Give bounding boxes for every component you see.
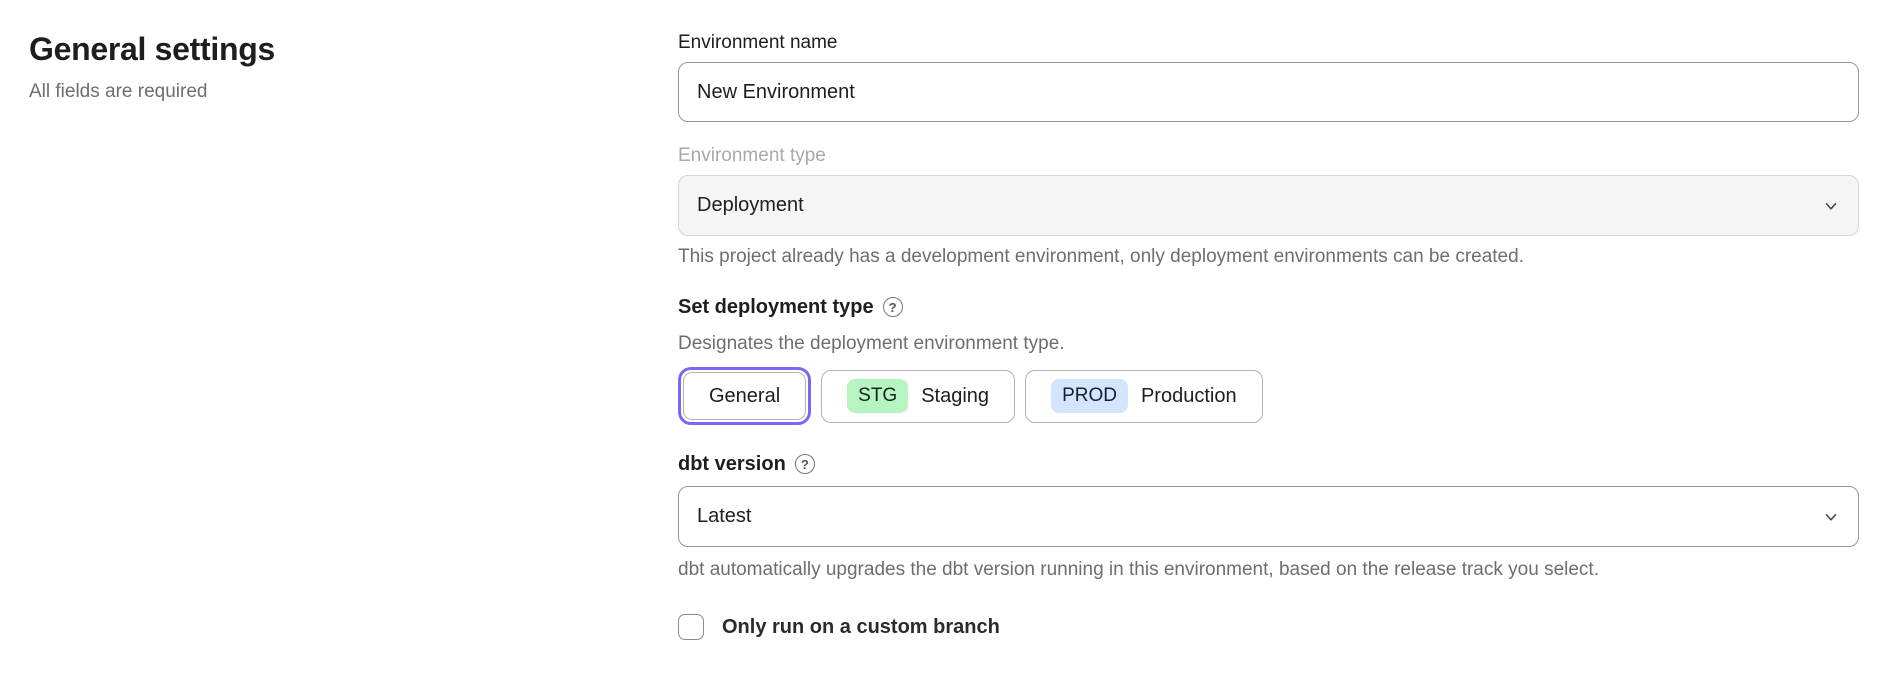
dbt-version-helper: dbt automatically upgrades the dbt versi… xyxy=(678,558,1859,582)
environment-settings-form: Environment name Environment type Deploy… xyxy=(678,0,1859,640)
page-title: General settings xyxy=(29,30,589,68)
environment-type-label: Environment type xyxy=(678,144,1859,168)
deployment-type-heading-text: Set deployment type xyxy=(678,295,874,319)
deployment-type-staging-button[interactable]: STG Staging xyxy=(821,370,1015,423)
custom-branch-row: Only run on a custom branch xyxy=(678,614,1859,640)
environment-type-helper: This project already has a development e… xyxy=(678,245,1859,269)
deployment-type-helper: Designates the deployment environment ty… xyxy=(678,332,1859,356)
deployment-type-heading: Set deployment type ? xyxy=(678,295,1859,319)
production-badge: PROD xyxy=(1051,379,1128,413)
environment-name-label: Environment name xyxy=(678,31,1859,55)
dbt-version-heading-text: dbt version xyxy=(678,452,786,476)
help-icon[interactable]: ? xyxy=(795,454,815,474)
staging-badge: STG xyxy=(847,379,908,413)
custom-branch-label[interactable]: Only run on a custom branch xyxy=(722,616,1000,639)
selected-option-ring: General xyxy=(678,367,811,425)
general-button-label: General xyxy=(709,385,780,408)
environment-type-select: Deployment xyxy=(678,175,1859,236)
dbt-version-heading: dbt version ? xyxy=(678,452,1859,476)
chevron-down-icon xyxy=(1822,197,1840,215)
dbt-version-select[interactable]: Latest xyxy=(678,486,1859,547)
staging-button-label: Staging xyxy=(921,385,989,408)
environment-type-value: Deployment xyxy=(697,194,804,217)
help-icon[interactable]: ? xyxy=(883,297,903,317)
page-subtitle: All fields are required xyxy=(29,80,589,104)
chevron-down-icon xyxy=(1822,508,1840,526)
dbt-version-value: Latest xyxy=(697,505,751,528)
deployment-type-options: General STG Staging PROD Production xyxy=(678,367,1859,425)
settings-header: General settings All fields are required xyxy=(29,30,589,104)
deployment-type-production-button[interactable]: PROD Production xyxy=(1025,370,1263,423)
environment-name-input[interactable] xyxy=(678,62,1859,122)
custom-branch-checkbox[interactable] xyxy=(678,614,704,640)
production-button-label: Production xyxy=(1141,385,1237,408)
deployment-type-general-button[interactable]: General xyxy=(683,372,806,420)
